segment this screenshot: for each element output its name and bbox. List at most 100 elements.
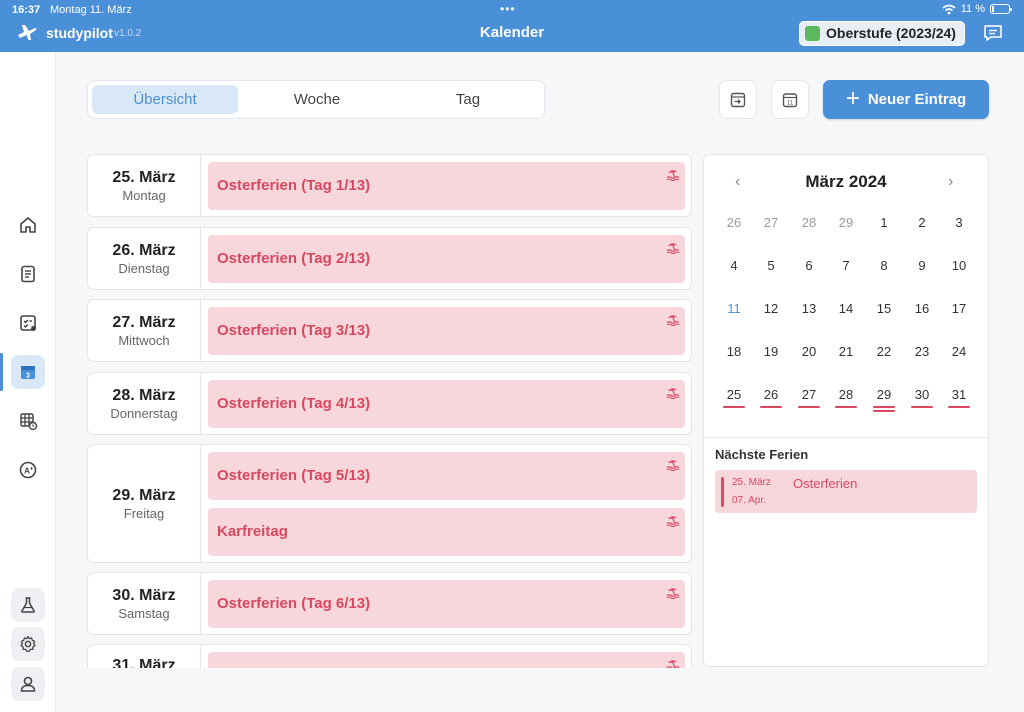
day-date: 30. März (112, 586, 176, 604)
day-weekday: Mittwoch (118, 332, 170, 348)
calendar-day[interactable]: 29 (831, 215, 861, 230)
event-card[interactable]: Osterferien (Tag 1/13) (208, 162, 685, 210)
day-label: 28. März Donnerstag (88, 373, 201, 434)
event-card[interactable] (208, 652, 685, 668)
calendar-day[interactable]: 3 (944, 215, 974, 230)
holiday-card[interactable]: 25. März 07. Apr. Osterferien (715, 470, 977, 513)
grades-icon: A + (19, 461, 37, 479)
calendar-day[interactable]: 4 (719, 258, 749, 273)
event-title: Osterferien (Tag 3/13) (217, 322, 371, 339)
chevron-right-icon[interactable]: › (948, 173, 953, 191)
event-title: Osterferien (Tag 1/13) (217, 177, 371, 194)
event-card[interactable]: Osterferien (Tag 4/13) (208, 380, 685, 428)
calendar-day[interactable]: 22 (869, 344, 899, 359)
sidebar: 3 A + (0, 52, 56, 712)
date-picker-button[interactable]: 11 (771, 80, 809, 119)
tab-week[interactable]: Woche (244, 85, 390, 114)
calendar-day[interactable]: 11 (719, 301, 749, 316)
calendar-day[interactable]: 28 (794, 215, 824, 230)
flask-icon (21, 597, 35, 613)
calendar-day[interactable]: 1 (869, 215, 899, 230)
calendar-day[interactable]: 9 (907, 258, 937, 273)
event-card[interactable]: Osterferien (Tag 6/13) (208, 580, 685, 628)
svg-text:+: + (30, 467, 34, 473)
tab-overview[interactable]: Übersicht (92, 85, 238, 114)
calendar-day[interactable]: 29 (869, 387, 899, 402)
timetable-icon (20, 413, 38, 431)
notebook-icon (21, 265, 35, 283)
day-weekday: Freitag (123, 505, 165, 521)
beach-icon (666, 460, 680, 471)
calendar-day[interactable]: 28 (831, 387, 861, 402)
beach-icon (666, 388, 680, 399)
calendar-day[interactable]: 24 (944, 344, 974, 359)
calendar-day[interactable]: 6 (794, 258, 824, 273)
event-card[interactable]: Osterferien (Tag 3/13) (208, 307, 685, 355)
calendar-day[interactable]: 17 (944, 301, 974, 316)
sidebar-item-timetable[interactable] (11, 404, 45, 438)
calendar-day[interactable]: 27 (756, 215, 786, 230)
chat-icon[interactable] (983, 24, 1003, 42)
new-entry-button[interactable]: + Neuer Eintrag (823, 80, 989, 119)
day-date: 27. März (112, 313, 176, 331)
sidebar-item-tasks[interactable] (11, 306, 45, 340)
day-row: 29. März Freitag Osterferien (Tag 5/13) … (87, 444, 692, 563)
sidebar-item-lab[interactable] (11, 588, 45, 622)
calendar-day[interactable]: 21 (831, 344, 861, 359)
plus-icon: + (845, 84, 860, 112)
status-date: Montag 11. März (50, 4, 132, 16)
tab-day[interactable]: Tag (395, 85, 541, 114)
day-date: 25. März (112, 168, 176, 186)
calendar-day[interactable]: 8 (869, 258, 899, 273)
calendar-day[interactable]: 15 (869, 301, 899, 316)
calendar-day[interactable]: 19 (756, 344, 786, 359)
calendar-day[interactable]: 18 (719, 344, 749, 359)
calendar-day[interactable]: 10 (944, 258, 974, 273)
calendar-day[interactable]: 30 (907, 387, 937, 402)
sidebar-item-home[interactable] (11, 208, 45, 242)
calendar-day[interactable]: 26 (719, 215, 749, 230)
holiday-marker (723, 406, 745, 408)
calendar-day[interactable]: 5 (756, 258, 786, 273)
calendar-day[interactable]: 7 (831, 258, 861, 273)
day-date: 26. März (112, 241, 176, 259)
calendar-day[interactable]: 27 (794, 387, 824, 402)
calendar-day[interactable]: 2 (907, 215, 937, 230)
day-label: 26. März Dienstag (88, 228, 201, 289)
day-row: 25. März Montag Osterferien (Tag 1/13) (87, 154, 692, 217)
holiday-name: Osterferien (793, 476, 858, 491)
sidebar-item-notebook[interactable] (11, 257, 45, 291)
sidebar-item-profile[interactable] (11, 667, 45, 701)
calendar-day[interactable]: 14 (831, 301, 861, 316)
calendar-day[interactable]: 25 (719, 387, 749, 402)
event-card[interactable]: Osterferien (Tag 5/13) (208, 452, 685, 500)
calendar-day[interactable]: 16 (907, 301, 937, 316)
holiday-marker (835, 406, 857, 408)
wifi-icon (942, 4, 956, 14)
sidebar-item-calendar[interactable]: 3 (11, 355, 45, 389)
calendar-day[interactable]: 13 (794, 301, 824, 316)
school-year-selector[interactable]: Oberstufe (2023/24) (799, 21, 965, 46)
jump-to-today-button[interactable] (719, 80, 757, 119)
month-title: März 2024 (805, 172, 887, 191)
event-card[interactable]: Osterferien (Tag 2/13) (208, 235, 685, 283)
calendar-day[interactable]: 23 (907, 344, 937, 359)
calendar-day[interactable]: 20 (794, 344, 824, 359)
status-right: 11 % (942, 3, 1012, 15)
event-card[interactable]: Karfreitag (208, 508, 685, 556)
calendar-day[interactable]: 31 (944, 387, 974, 402)
holiday-heading: Nächste Ferien (715, 447, 809, 462)
beach-icon (666, 170, 680, 181)
active-nav-indicator (0, 353, 3, 391)
status-time: 16:37 (12, 4, 41, 16)
multitasking-dots-icon[interactable]: ••• (500, 2, 516, 16)
battery-percent: 11 % (960, 3, 985, 15)
calendar-day[interactable]: 12 (756, 301, 786, 316)
sidebar-item-grades[interactable]: A + (11, 453, 45, 487)
event-title: Osterferien (Tag 2/13) (217, 250, 371, 267)
calendar-day[interactable]: 26 (756, 387, 786, 402)
beach-icon (666, 243, 680, 254)
sidebar-item-settings[interactable] (11, 627, 45, 661)
holiday-marker (873, 410, 895, 412)
mini-calendar-panel: ‹ März 2024 › 26 27 28 29 1 2 3 4 5 6 7 8 9 10 11 12 13 1… (703, 154, 989, 667)
